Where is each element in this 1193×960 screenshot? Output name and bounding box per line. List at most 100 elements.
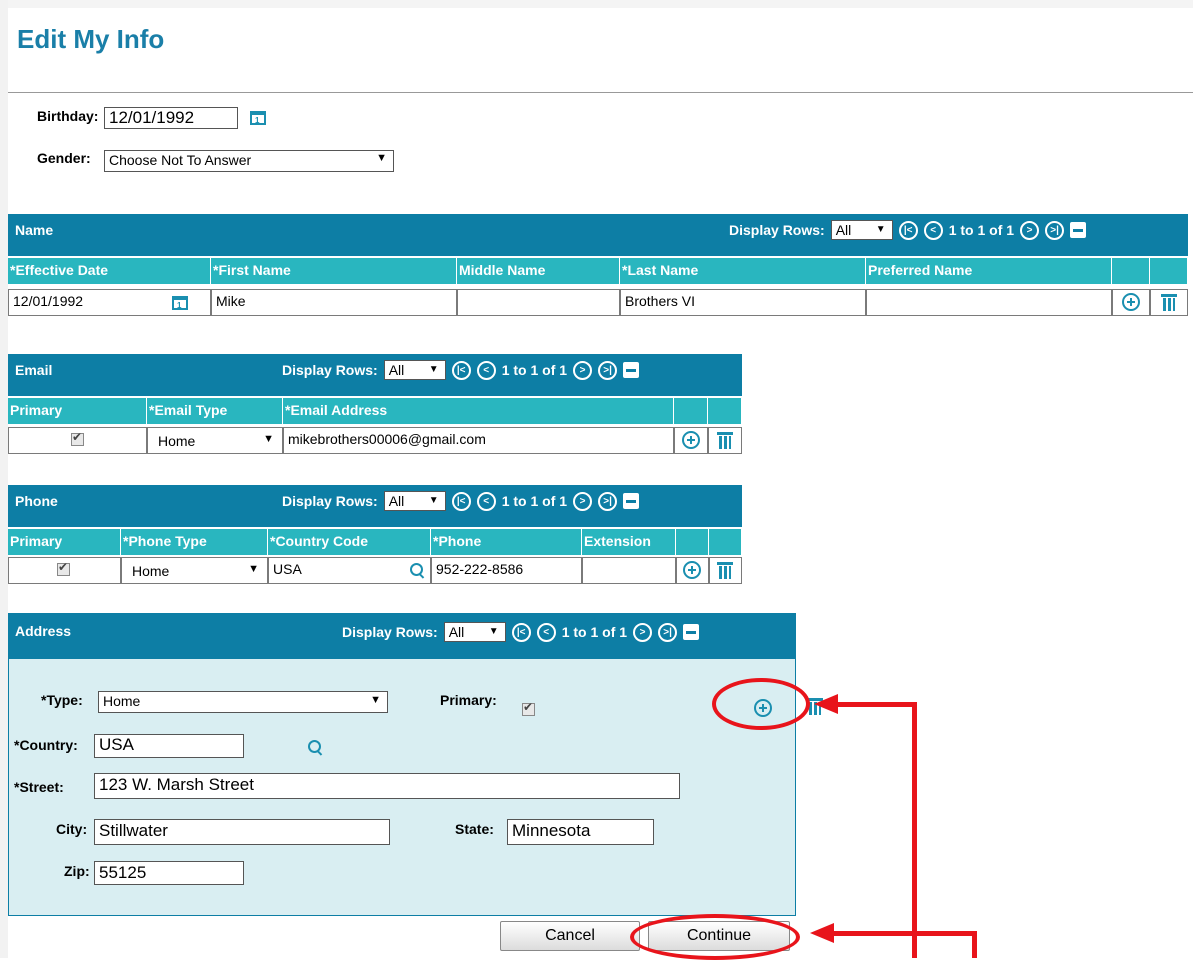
first-page-icon[interactable]: |< xyxy=(451,360,471,380)
highlight-ellipse xyxy=(712,678,810,730)
first-name-input[interactable]: Mike xyxy=(211,289,457,316)
primary-checkbox[interactable] xyxy=(57,560,70,576)
pagination-text: 1 to 1 of 1 xyxy=(561,624,628,640)
email-grid-header: Email Display Rows: All ▼ |< < 1 to 1 of … xyxy=(8,354,742,396)
display-rows-select[interactable]: All ▼ xyxy=(383,491,446,511)
last-page-icon[interactable]: >| xyxy=(598,360,618,380)
next-page-icon[interactable]: > xyxy=(573,360,593,380)
prev-page-icon[interactable]: < xyxy=(476,491,496,511)
trash-icon[interactable] xyxy=(717,561,733,580)
email-grid-title: Email xyxy=(15,362,53,378)
phone-grid-nav: Display Rows: All ▼ |< < 1 to 1 of 1 > >| xyxy=(282,491,640,511)
chevron-down-icon: ▼ xyxy=(370,694,381,706)
title-divider xyxy=(8,92,1193,93)
search-icon[interactable] xyxy=(410,563,424,577)
display-rows-value: All xyxy=(448,624,465,640)
trash-icon[interactable] xyxy=(717,431,733,450)
add-row-icon[interactable] xyxy=(682,431,700,449)
collapse-icon[interactable] xyxy=(1070,222,1087,238)
top-edge xyxy=(0,0,1193,8)
next-page-icon[interactable]: > xyxy=(633,622,653,642)
zip-label: Zip: xyxy=(64,863,90,879)
last-page-icon[interactable]: >| xyxy=(1045,220,1065,240)
add-row-cell xyxy=(676,557,709,584)
display-rows-label: Display Rows: xyxy=(282,493,378,509)
city-input[interactable]: Stillwater xyxy=(94,819,390,845)
preferred-name-input[interactable] xyxy=(866,289,1112,316)
pagination-text: 1 to 1 of 1 xyxy=(501,362,568,378)
annotation-line xyxy=(972,931,977,958)
highlight-ellipse xyxy=(630,914,800,960)
col-middle-name: Middle Name xyxy=(457,258,620,284)
address-type-select[interactable]: Home ▼ xyxy=(98,691,388,713)
country-input[interactable]: USA xyxy=(94,734,244,758)
last-page-icon[interactable]: >| xyxy=(658,622,678,642)
prev-page-icon[interactable]: < xyxy=(923,220,943,240)
address-header: Address Display Rows: All ▼ |< < 1 to 1 o… xyxy=(8,613,796,658)
extension-input[interactable] xyxy=(582,557,676,584)
state-label: State: xyxy=(455,821,494,837)
birthday-label: Birthday: xyxy=(37,108,99,124)
page-title: Edit My Info xyxy=(17,24,165,54)
add-row-icon[interactable] xyxy=(683,561,701,579)
phone-type-select[interactable]: Home ▼ xyxy=(121,557,268,584)
address-nav: Display Rows: All ▼ |< < 1 to 1 of 1 > >| xyxy=(342,622,700,642)
col-delete xyxy=(1150,258,1188,284)
collapse-icon[interactable] xyxy=(623,362,640,378)
email-type-select[interactable]: Home ▼ xyxy=(147,427,283,454)
prev-page-icon[interactable]: < xyxy=(476,360,496,380)
col-first-name: *First Name xyxy=(211,258,457,284)
col-last-name: *Last Name xyxy=(620,258,866,284)
display-rows-select[interactable]: All ▼ xyxy=(830,220,893,240)
gender-select[interactable]: Choose Not To Answer ▼ xyxy=(104,150,394,172)
collapse-icon[interactable] xyxy=(623,493,640,509)
col-add xyxy=(1112,258,1150,284)
trash-icon[interactable] xyxy=(1161,293,1177,312)
cancel-button[interactable]: Cancel xyxy=(500,921,640,951)
display-rows-label: Display Rows: xyxy=(282,362,378,378)
primary-checkbox[interactable] xyxy=(522,700,535,716)
city-label: City: xyxy=(56,821,88,837)
calendar-icon[interactable]: 1 xyxy=(172,296,188,310)
phone-input[interactable]: 952-222-8586 xyxy=(431,557,582,584)
email-type-value: Home xyxy=(158,433,196,449)
search-icon[interactable] xyxy=(308,740,322,754)
last-name-input[interactable]: Brothers VI xyxy=(620,289,866,316)
middle-name-input[interactable] xyxy=(457,289,620,316)
collapse-icon[interactable] xyxy=(683,624,700,640)
effective-date-input[interactable]: 12/01/1992 xyxy=(13,293,83,309)
col-email-address: *Email Address xyxy=(283,398,674,424)
street-input[interactable]: 123 W. Marsh Street xyxy=(94,773,680,799)
next-page-icon[interactable]: > xyxy=(573,491,593,511)
col-effective-date: *Effective Date xyxy=(8,258,211,284)
col-phone: *Phone xyxy=(431,529,582,555)
prev-page-icon[interactable]: < xyxy=(536,622,556,642)
delete-row-cell xyxy=(708,427,742,454)
birthday-input[interactable]: 12/01/1992 xyxy=(104,107,238,129)
last-page-icon[interactable]: >| xyxy=(598,491,618,511)
first-page-icon[interactable]: |< xyxy=(451,491,471,511)
email-address-input[interactable]: mikebrothers00006@gmail.com xyxy=(283,427,674,454)
first-page-icon[interactable]: |< xyxy=(511,622,531,642)
address-title: Address xyxy=(15,623,72,639)
primary-checkbox[interactable] xyxy=(71,430,84,446)
display-rows-select[interactable]: All ▼ xyxy=(443,622,506,642)
col-add xyxy=(676,529,709,555)
add-row-icon[interactable] xyxy=(1122,293,1140,311)
col-email-type: *Email Type xyxy=(147,398,283,424)
calendar-icon[interactable]: 1 xyxy=(250,111,266,125)
state-input[interactable]: Minnesota xyxy=(507,819,654,845)
display-rows-select[interactable]: All ▼ xyxy=(383,360,446,380)
first-page-icon[interactable]: |< xyxy=(898,220,918,240)
country-code-input[interactable]: USA xyxy=(273,561,302,577)
display-rows-value: All xyxy=(835,222,852,238)
name-grid-nav: Display Rows: All ▼ |< < 1 to 1 of 1 > >| xyxy=(729,220,1087,240)
col-add xyxy=(674,398,708,424)
primary-cell xyxy=(8,557,121,584)
display-rows-value: All xyxy=(388,493,405,509)
phone-grid-title: Phone xyxy=(15,493,58,509)
delete-row-cell xyxy=(1150,289,1188,316)
next-page-icon[interactable]: > xyxy=(1020,220,1040,240)
col-extension: Extension xyxy=(582,529,676,555)
zip-input[interactable]: 55125 xyxy=(94,861,244,885)
